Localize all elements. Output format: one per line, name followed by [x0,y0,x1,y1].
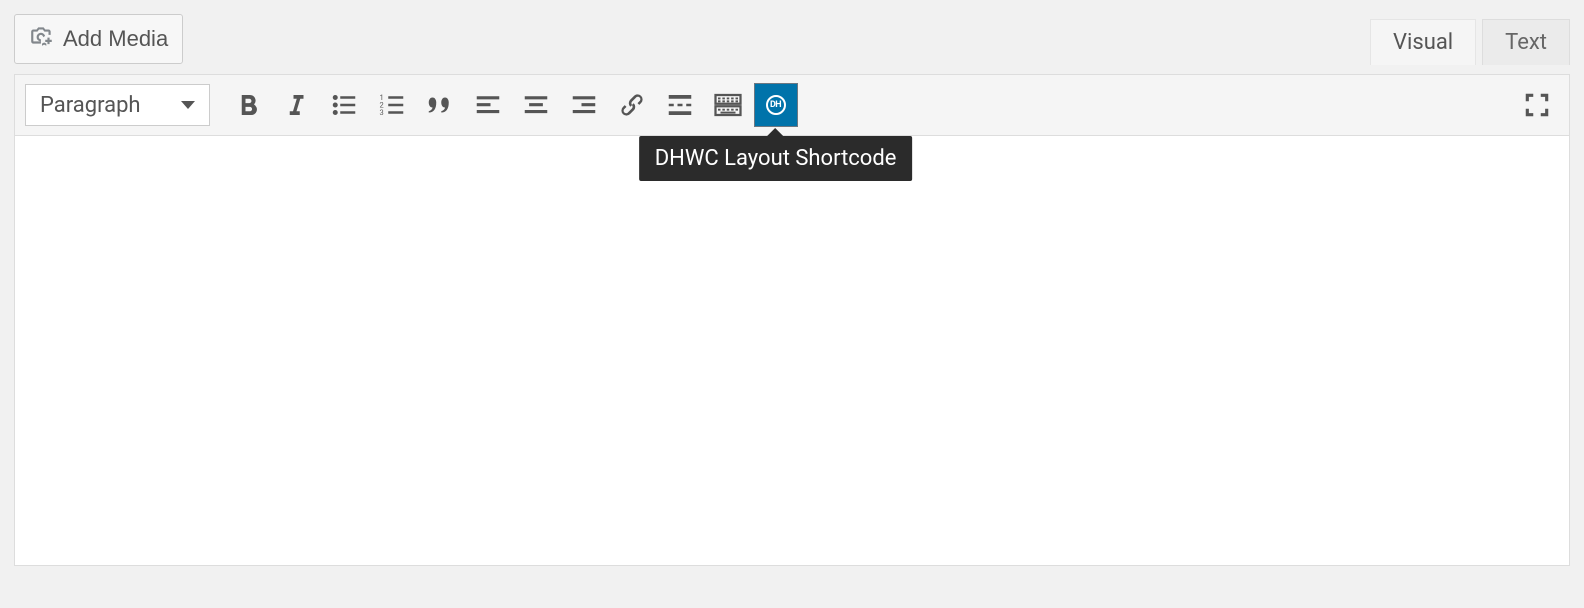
insert-more-button[interactable] [658,83,702,127]
read-more-icon [665,90,695,120]
align-right-icon [569,90,599,120]
svg-text:3: 3 [379,108,383,117]
align-right-button[interactable] [562,83,606,127]
chevron-down-icon [181,101,195,109]
link-icon [617,90,647,120]
editor-toolbar: Paragraph 123 [14,74,1570,136]
add-media-label: Add Media [63,26,168,52]
format-select-label: Paragraph [40,93,141,118]
align-left-icon [473,90,503,120]
format-select[interactable]: Paragraph [25,84,210,126]
bullet-list-icon [329,90,359,120]
align-center-icon [521,90,551,120]
add-media-button[interactable]: Add Media [14,14,183,64]
numbered-list-icon: 123 [377,90,407,120]
dhwc-shortcode-button[interactable]: DH DHWC Layout Shortcode [754,83,798,127]
dh-icon: DH [761,90,791,120]
align-center-button[interactable] [514,83,558,127]
editor-tabs: Visual Text [1370,18,1570,64]
tab-visual[interactable]: Visual [1370,19,1476,65]
bullet-list-button[interactable] [322,83,366,127]
tab-text[interactable]: Text [1482,19,1570,65]
editor-content[interactable] [14,136,1570,566]
align-left-button[interactable] [466,83,510,127]
fullscreen-button[interactable] [1515,83,1559,127]
bold-icon [233,90,263,120]
bold-button[interactable] [226,83,270,127]
italic-button[interactable] [274,83,318,127]
numbered-list-button[interactable]: 123 [370,83,414,127]
link-button[interactable] [610,83,654,127]
fullscreen-icon [1522,90,1552,120]
italic-icon [281,90,311,120]
blockquote-button[interactable] [418,83,462,127]
quote-icon [425,90,455,120]
camera-media-icon [29,23,55,55]
keyboard-icon [713,90,743,120]
toolbar-toggle-button[interactable] [706,83,750,127]
tooltip: DHWC Layout Shortcode [639,136,913,181]
